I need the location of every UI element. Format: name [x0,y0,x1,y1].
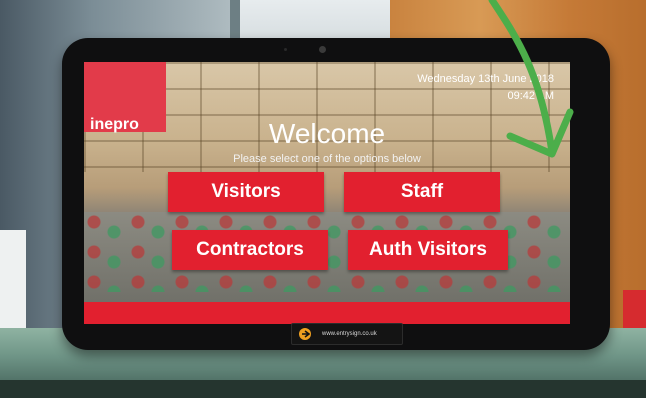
contractors-button[interactable]: Contractors [172,230,328,270]
desk-edge [0,380,646,398]
footer-bar [84,302,570,324]
annotation-arrow-icon [488,0,574,158]
camera-icon [319,46,326,53]
visitors-button[interactable]: Visitors [168,172,324,212]
auth-visitors-button[interactable]: Auth Visitors [348,230,508,270]
staff-button[interactable]: Staff [344,172,500,212]
stand-badge: www.entrysign.co.uk [291,323,403,345]
sensor-dot [284,48,287,51]
background-paper [0,230,26,340]
stand-badge-text: www.entrysign.co.uk [322,331,377,337]
entrysign-logo-icon [298,327,316,341]
